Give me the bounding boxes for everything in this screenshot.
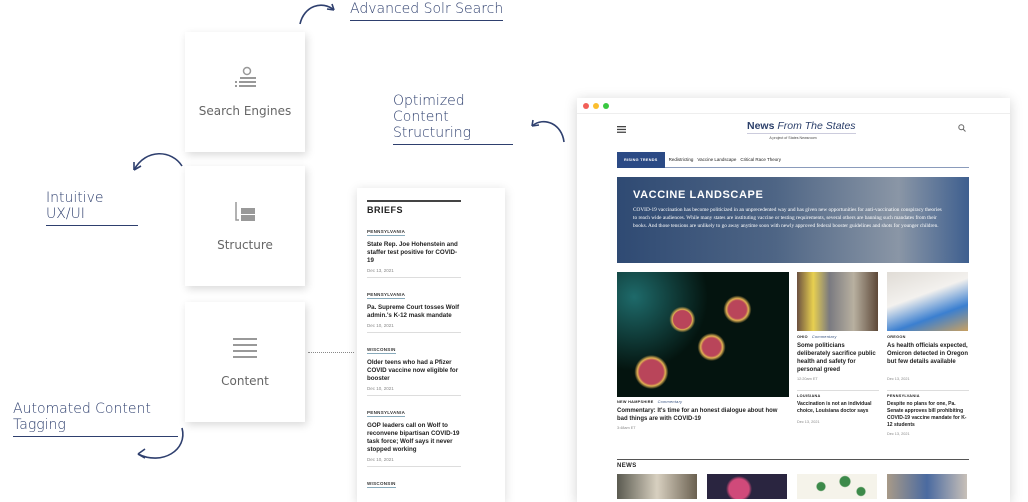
news-thumb[interactable] bbox=[797, 474, 877, 499]
curved-arrow-icon bbox=[531, 119, 565, 143]
news-thumb[interactable] bbox=[887, 474, 967, 499]
trend-link[interactable]: Critical Race Theory bbox=[740, 157, 781, 162]
lines-icon bbox=[233, 338, 257, 358]
brief-date: Dec 13, 2021 bbox=[367, 268, 394, 273]
story-tag: LOUISIANA bbox=[797, 394, 821, 398]
logo-bold: News bbox=[747, 120, 775, 132]
brief-state: PENNSYLVANIA bbox=[367, 292, 406, 299]
brief-item[interactable]: PENNSYLVANIA GOP leaders call on Wolf to … bbox=[367, 396, 461, 467]
brief-item[interactable]: WISCONSIN Older teens who had a Pfizer CO… bbox=[367, 333, 461, 396]
brief-headline[interactable]: Older teens who had a Pfizer COVID vacci… bbox=[367, 359, 461, 383]
hamburger-menu-icon[interactable] bbox=[617, 126, 626, 133]
story-tag: NEW HAMPSHIRE Commentary bbox=[617, 400, 683, 404]
label-advanced-solr-search: Advanced Solr Search bbox=[350, 1, 504, 21]
briefs-panel: BRIEFS PENNSYLVANIA State Rep. Joe Hohens… bbox=[357, 188, 505, 502]
brief-item[interactable]: PENNSYLVANIA Pa. Supreme Court tosses Wol… bbox=[367, 278, 461, 333]
story-date: Dec 13, 2021 bbox=[887, 432, 910, 436]
divider bbox=[887, 390, 969, 391]
brief-item[interactable]: PENNSYLVANIA State Rep. Joe Hohenstein an… bbox=[367, 215, 461, 278]
story-headline[interactable]: Vaccination is not an individual choice,… bbox=[797, 401, 879, 415]
card-label: Search Engines bbox=[198, 104, 292, 118]
brief-headline[interactable]: Pa. Supreme Court tosses Wolf admin.'s K… bbox=[367, 304, 461, 320]
news-thumb[interactable] bbox=[617, 474, 697, 499]
rising-trends-label: RISING TRENDS bbox=[617, 151, 665, 168]
card-label: Structure bbox=[217, 238, 273, 252]
connector-line bbox=[308, 352, 354, 353]
card-structure[interactable]: Structure bbox=[185, 166, 305, 286]
brief-state: PENNSYLVANIA bbox=[367, 410, 406, 417]
story-date: Dec 13, 2021 bbox=[797, 420, 820, 424]
site-tagline: A project of States Newsroom bbox=[769, 136, 817, 140]
curved-arrow-icon bbox=[299, 3, 335, 25]
story-tag: PENNSYLVANIA bbox=[887, 394, 920, 398]
story-tag: OREGON bbox=[887, 335, 906, 339]
browser-window: News From The States A project of States… bbox=[577, 98, 1010, 502]
story-tag: OHIO Commentary bbox=[797, 335, 837, 339]
story-headline[interactable]: Commentary: It's time for an honest dial… bbox=[617, 407, 789, 423]
lab-image[interactable] bbox=[887, 272, 968, 331]
story-date: 12:20am ET bbox=[797, 377, 818, 381]
story-headline[interactable]: Some politicians deliberately sacrifice … bbox=[797, 342, 879, 374]
story-date: Dec 13, 2021 bbox=[887, 377, 910, 381]
brief-item[interactable]: WISCONSIN bbox=[367, 467, 461, 494]
maximize-dot[interactable] bbox=[603, 102, 609, 109]
structure-icon bbox=[235, 202, 255, 221]
hero-banner[interactable]: VACCINE LANDSCAPE COVID-19 vaccination h… bbox=[617, 177, 969, 263]
news-section-title: NEWS bbox=[617, 459, 969, 470]
card-search-engines[interactable]: Search Engines bbox=[185, 32, 305, 152]
curved-arrow-icon bbox=[137, 427, 184, 459]
curved-arrow-icon bbox=[133, 153, 183, 171]
site-logo[interactable]: News From The States bbox=[747, 120, 856, 134]
search-icon[interactable] bbox=[958, 124, 966, 132]
close-dot[interactable] bbox=[583, 102, 589, 109]
brief-headline[interactable]: GOP leaders call on Wolf to reconvene bi… bbox=[367, 422, 461, 454]
label-optimized-content-structuring: Optimized Content Structuring bbox=[393, 93, 513, 145]
virus-image[interactable] bbox=[617, 272, 789, 397]
story-date: 3:48am ET bbox=[617, 426, 636, 430]
brief-state: WISCONSIN bbox=[367, 347, 396, 354]
trends-bar: RISING TRENDS Redistricting Vaccine Land… bbox=[617, 151, 969, 168]
brief-state: PENNSYLVANIA bbox=[367, 229, 406, 236]
trend-link[interactable]: Vaccine Landscape bbox=[697, 157, 736, 162]
briefs-title: BRIEFS bbox=[367, 200, 461, 215]
brief-date: Dec 10, 2021 bbox=[367, 457, 394, 462]
brief-date: Dec 10, 2021 bbox=[367, 386, 394, 391]
brief-date: Dec 10, 2021 bbox=[367, 323, 394, 328]
story-headline[interactable]: As health officials expected, Omicron de… bbox=[887, 342, 969, 366]
title-bar bbox=[577, 98, 1010, 114]
search-list-icon bbox=[235, 66, 256, 87]
card-label: Content bbox=[221, 374, 269, 388]
label-intuitive-ux: Intuitive UX/UI bbox=[46, 190, 138, 226]
card-content[interactable]: Content bbox=[185, 302, 305, 422]
story-headline[interactable]: Despite no plans for one, Pa. Senate app… bbox=[887, 401, 969, 429]
logo-italic: From The States bbox=[777, 120, 856, 132]
hero-title: VACCINE LANDSCAPE bbox=[633, 189, 764, 201]
divider bbox=[797, 390, 879, 391]
brief-state: WISCONSIN bbox=[367, 481, 396, 488]
hero-text: COVID-19 vaccination has become politici… bbox=[633, 207, 942, 229]
brief-headline[interactable]: State Rep. Joe Hohenstein and staffer te… bbox=[367, 241, 461, 265]
hospital-image[interactable] bbox=[797, 272, 878, 331]
news-thumb[interactable] bbox=[707, 474, 787, 499]
trend-link[interactable]: Redistricting bbox=[669, 157, 694, 162]
minimize-dot[interactable] bbox=[593, 102, 599, 109]
